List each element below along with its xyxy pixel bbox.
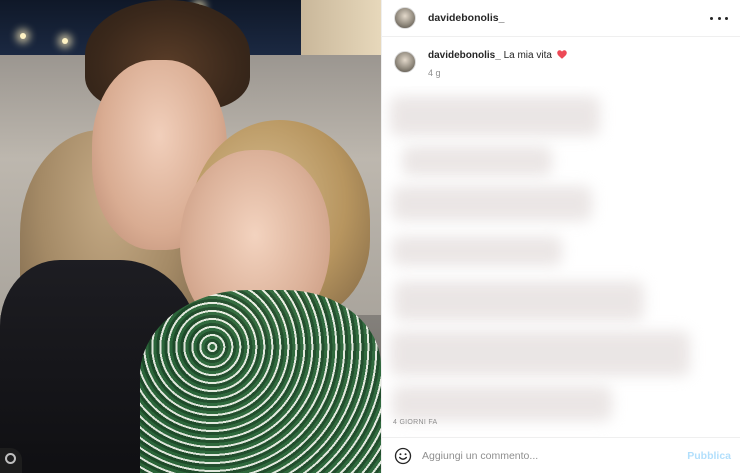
post-date[interactable]: 4 giorni fa [393, 419, 438, 426]
photo-building [301, 0, 381, 60]
blurred-comment [392, 236, 562, 266]
comment-bar: Pubblica [382, 437, 740, 473]
caption-time[interactable]: 4 g [428, 67, 567, 80]
more-horizontal-icon[interactable] [710, 13, 728, 23]
publish-button[interactable]: Pubblica [687, 450, 731, 462]
post-header: davidebonolis_ [382, 0, 740, 37]
comment-input[interactable] [422, 449, 688, 462]
header-username[interactable]: davidebonolis_ [428, 12, 504, 24]
blurred-comment [392, 386, 612, 421]
instagram-post: davidebonolis_ davidebonolis_ La mia vit… [0, 0, 740, 473]
avatar[interactable] [394, 7, 416, 29]
carousel-indicator-icon[interactable] [0, 448, 22, 473]
blurred-comment [390, 331, 690, 376]
blurred-comment [390, 96, 600, 136]
blurred-comment [394, 281, 644, 321]
blurred-comment [402, 146, 552, 176]
photo-person-right-coat [140, 290, 381, 473]
caption-body: davidebonolis_ La mia vita 4 g [428, 49, 567, 80]
caption-username[interactable]: davidebonolis_ [428, 50, 501, 61]
comments-list-blurred [382, 86, 740, 473]
red-heart-icon [556, 50, 567, 59]
street-lamp [20, 33, 26, 39]
post-side-panel: davidebonolis_ davidebonolis_ La mia vit… [381, 0, 740, 473]
caption-avatar[interactable] [394, 51, 416, 73]
smiley-face-icon[interactable] [394, 447, 412, 465]
post-caption: davidebonolis_ La mia vita 4 g [382, 37, 740, 80]
caption-text: La mia vita [503, 50, 552, 61]
blurred-comment [392, 186, 592, 221]
post-photo[interactable] [0, 0, 381, 473]
street-lamp [62, 38, 68, 44]
